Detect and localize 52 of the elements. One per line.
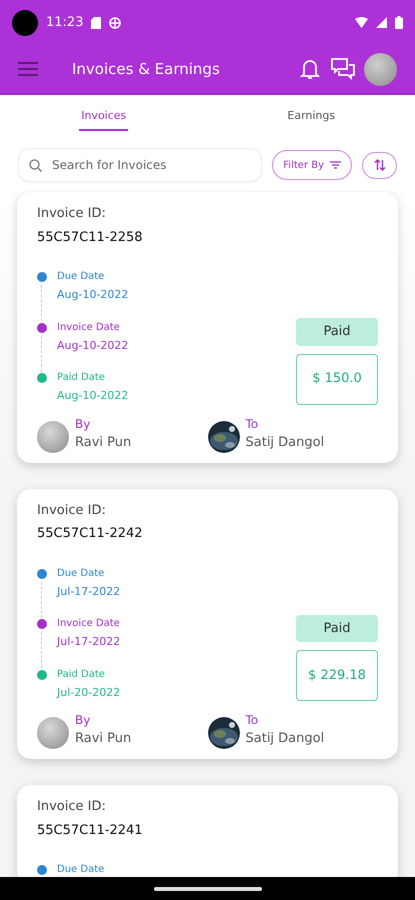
date-label: Due Date bbox=[57, 863, 104, 877]
date-value: Jul-17-2022 bbox=[57, 634, 120, 650]
avatar bbox=[37, 420, 69, 452]
status-time: 11:23 bbox=[46, 14, 84, 32]
wifi-icon bbox=[355, 17, 368, 28]
invoice-id: 55C57C11-2242 bbox=[37, 525, 144, 543]
invoice-id-label: Invoice ID: bbox=[37, 798, 107, 816]
filter-button[interactable]: Filter By bbox=[272, 150, 352, 180]
sort-icon bbox=[374, 159, 386, 171]
by-label: By bbox=[75, 416, 92, 432]
status-badge: Paid bbox=[296, 614, 378, 642]
date-label: Paid Date bbox=[57, 371, 106, 385]
invoice-id: 55C57C11-2241 bbox=[37, 822, 144, 840]
search-field[interactable]: Search for Invoices bbox=[18, 148, 262, 182]
signal-icon bbox=[376, 17, 387, 28]
date-value: Jul-17-2022 bbox=[57, 584, 120, 600]
sender-name: Ravi Pun bbox=[75, 434, 132, 452]
profile-avatar[interactable] bbox=[364, 52, 397, 86]
date-value: Jul-20-2022 bbox=[57, 684, 120, 700]
date-label: Due Date bbox=[57, 566, 106, 580]
by-label: By bbox=[75, 712, 92, 729]
globe-icon bbox=[109, 16, 122, 28]
bell-icon[interactable] bbox=[298, 57, 322, 81]
sender-name: Ravi Pun bbox=[75, 730, 132, 748]
camera-hole bbox=[12, 10, 38, 36]
date-value: Aug-10-2022 bbox=[57, 388, 128, 404]
invoice-id-label: Invoice ID: bbox=[37, 502, 107, 520]
date-label: Invoice Date bbox=[57, 617, 120, 631]
sort-button[interactable] bbox=[362, 152, 397, 178]
to-label: To bbox=[246, 712, 260, 729]
date-value: Aug-10-2022 bbox=[57, 338, 128, 354]
filter-icon bbox=[330, 161, 341, 169]
status-badge: Paid bbox=[296, 318, 378, 346]
date-label: Invoice Date bbox=[57, 320, 121, 334]
invoice-id-label: Invoice ID: bbox=[37, 205, 107, 223]
battery-icon bbox=[395, 16, 403, 29]
tab[interactable]: Invoices bbox=[0, 95, 208, 140]
date-value: Aug-10-2022 bbox=[57, 287, 128, 303]
chat-icon[interactable] bbox=[330, 57, 356, 81]
amount-box: $ 229.18 bbox=[296, 650, 378, 701]
app-title: Invoices & Earnings bbox=[72, 58, 221, 80]
recipient-name: Satij Dangol bbox=[246, 730, 324, 748]
avatar bbox=[37, 717, 69, 749]
tab[interactable]: Earnings bbox=[208, 95, 415, 140]
amount-box: $ 150.0 bbox=[296, 354, 378, 404]
sim-card-icon bbox=[91, 16, 102, 28]
to-label: To bbox=[246, 416, 260, 432]
date-label: Due Date bbox=[57, 270, 106, 284]
date-label: Paid Date bbox=[57, 668, 106, 682]
recipient-name: Satij Dangol bbox=[246, 434, 324, 452]
home-indicator[interactable] bbox=[154, 886, 262, 890]
invoice-id: 55C57C11-2258 bbox=[37, 228, 144, 246]
